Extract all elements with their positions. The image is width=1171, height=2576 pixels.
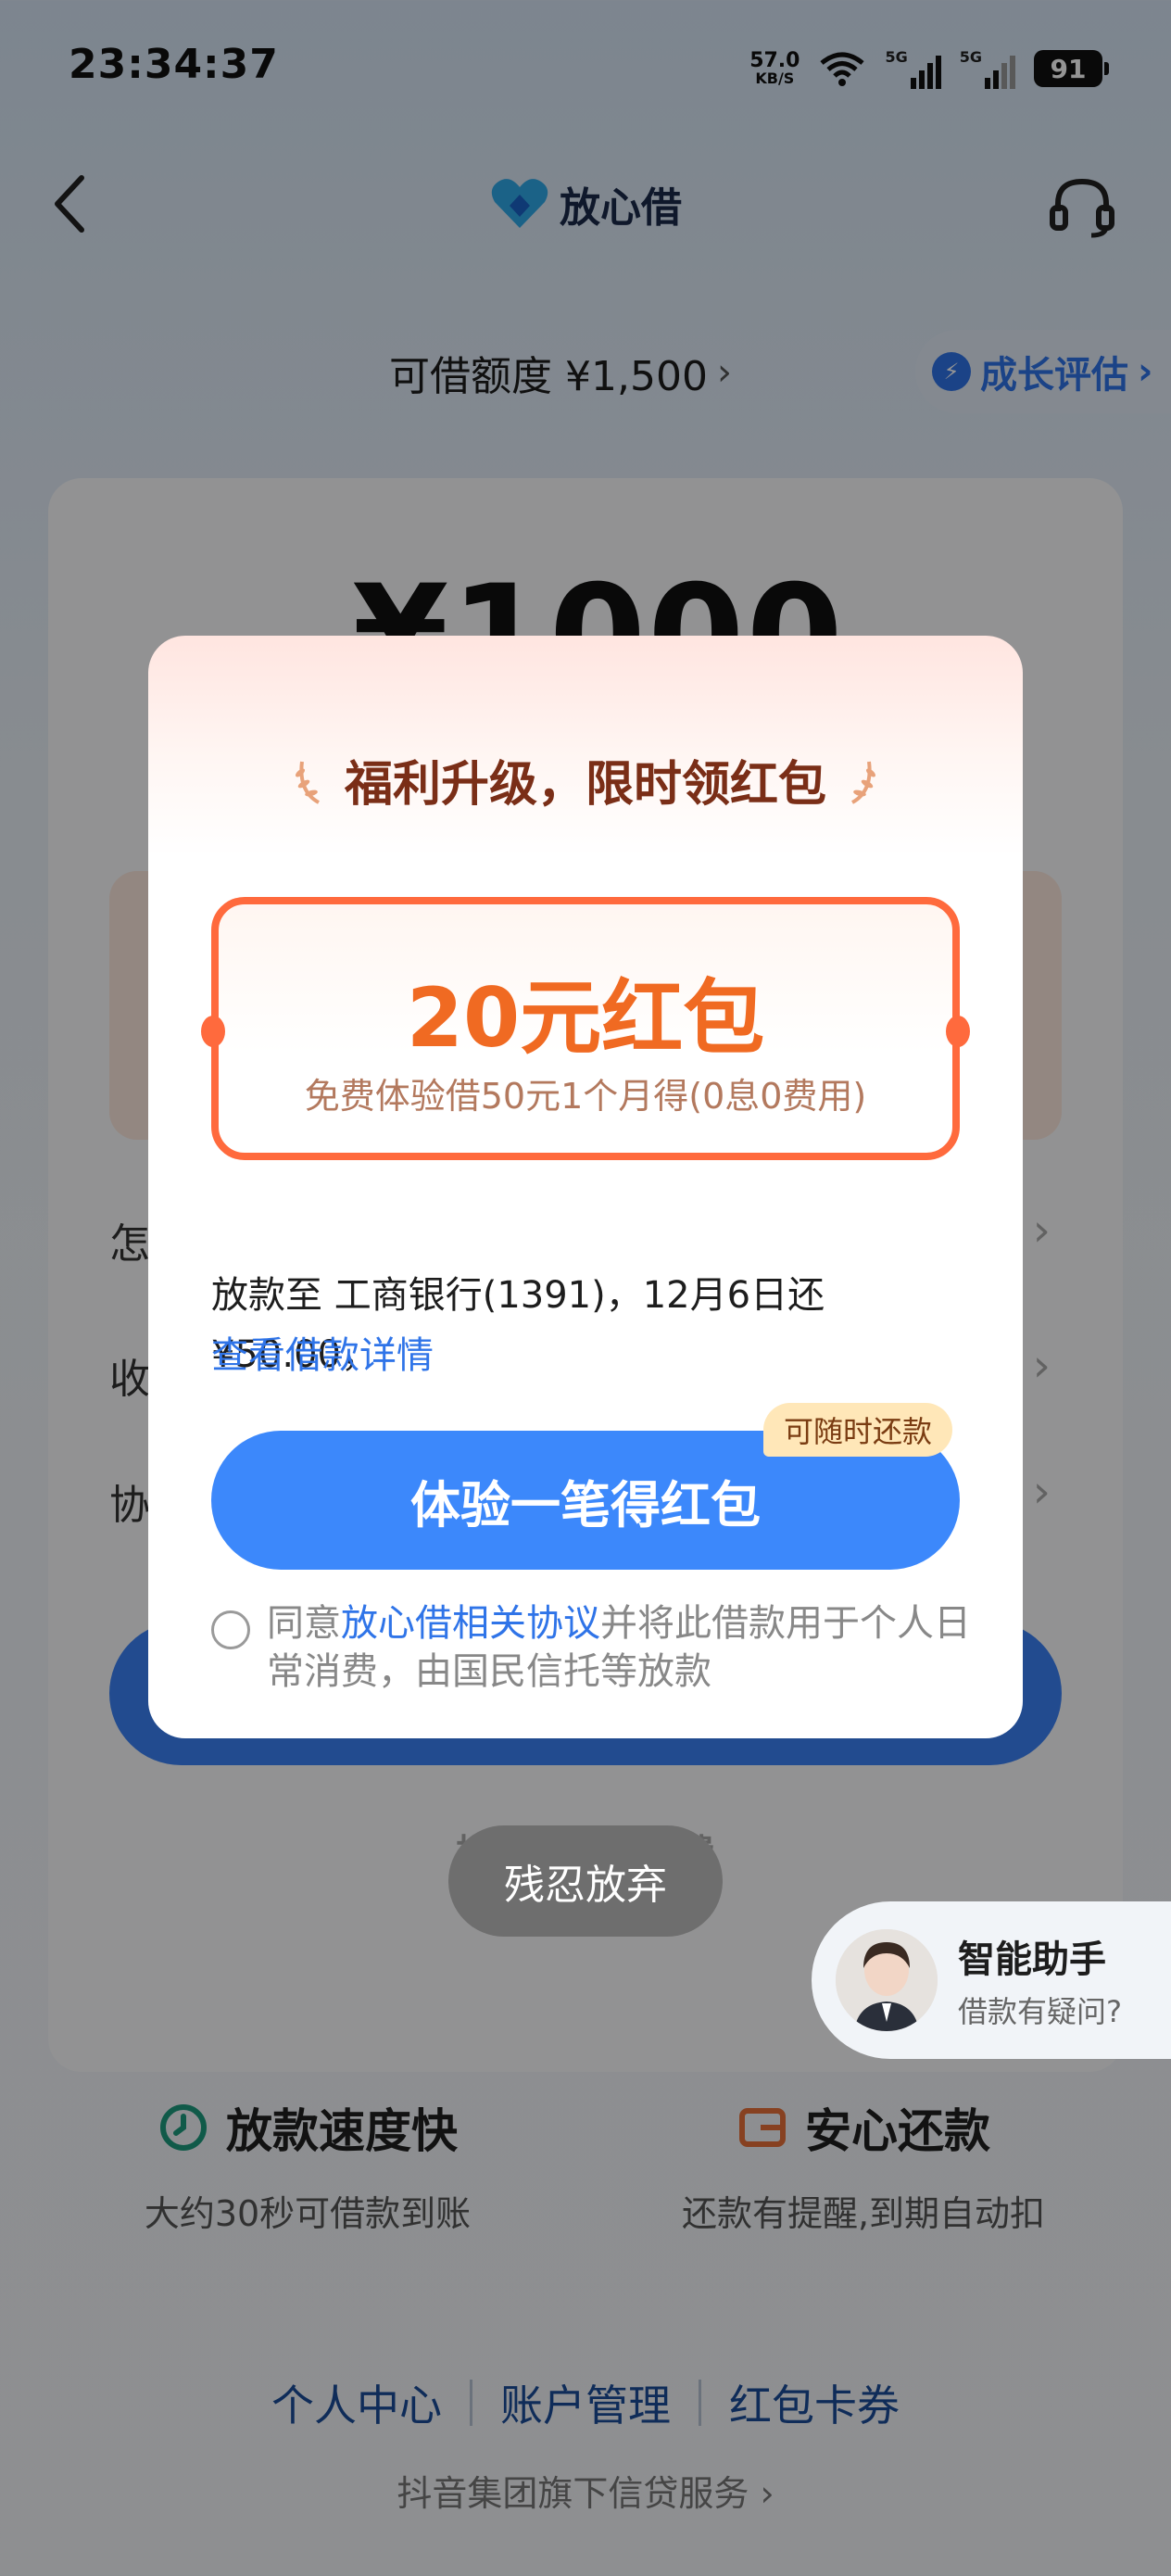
red-packet-ticket: 20元红包 免费体验借50元1个月得(0息0费用) xyxy=(201,897,970,1160)
agreement-row: 同意放心借相关协议并将此借款用于个人日常消费，由国民信托等放款 xyxy=(211,1599,980,1696)
assistant-avatar xyxy=(836,1929,938,2031)
agreement-text: 同意放心借相关协议并将此借款用于个人日常消费，由国民信托等放款 xyxy=(267,1599,980,1696)
assistant-name: 智能助手 xyxy=(958,1938,1106,1981)
agreement-checkbox[interactable] xyxy=(211,1610,250,1649)
red-packet-description: 免费体验借50元1个月得(0息0费用) xyxy=(304,1076,867,1117)
agreement-prefix: 同意 xyxy=(267,1602,341,1645)
dialog-title-text: 福利升级，限时领红包 xyxy=(344,757,826,813)
loan-detail-link[interactable]: 查看借款详情 xyxy=(211,1325,434,1379)
dialog-title: 福利升级，限时领红包 xyxy=(148,745,1023,814)
agreement-link[interactable]: 放心借相关协议 xyxy=(341,1602,600,1645)
red-packet-amount: 20元红包 xyxy=(406,970,765,1066)
red-packet-dialog: 福利升级，限时领红包 20元红包 免费体验借50元1个月得(0息0费用) 放款至… xyxy=(148,636,1023,1738)
smart-assistant-button[interactable]: 智能助手 借款有疑问? xyxy=(812,1901,1171,2059)
give-up-button[interactable]: 残忍放弃 xyxy=(448,1825,723,1937)
laurel-right-icon xyxy=(850,761,875,804)
repay-anytime-badge: 可随时还款 xyxy=(763,1403,953,1457)
assistant-subtitle: 借款有疑问? xyxy=(958,1994,1122,2029)
laurel-left-icon xyxy=(295,761,321,804)
